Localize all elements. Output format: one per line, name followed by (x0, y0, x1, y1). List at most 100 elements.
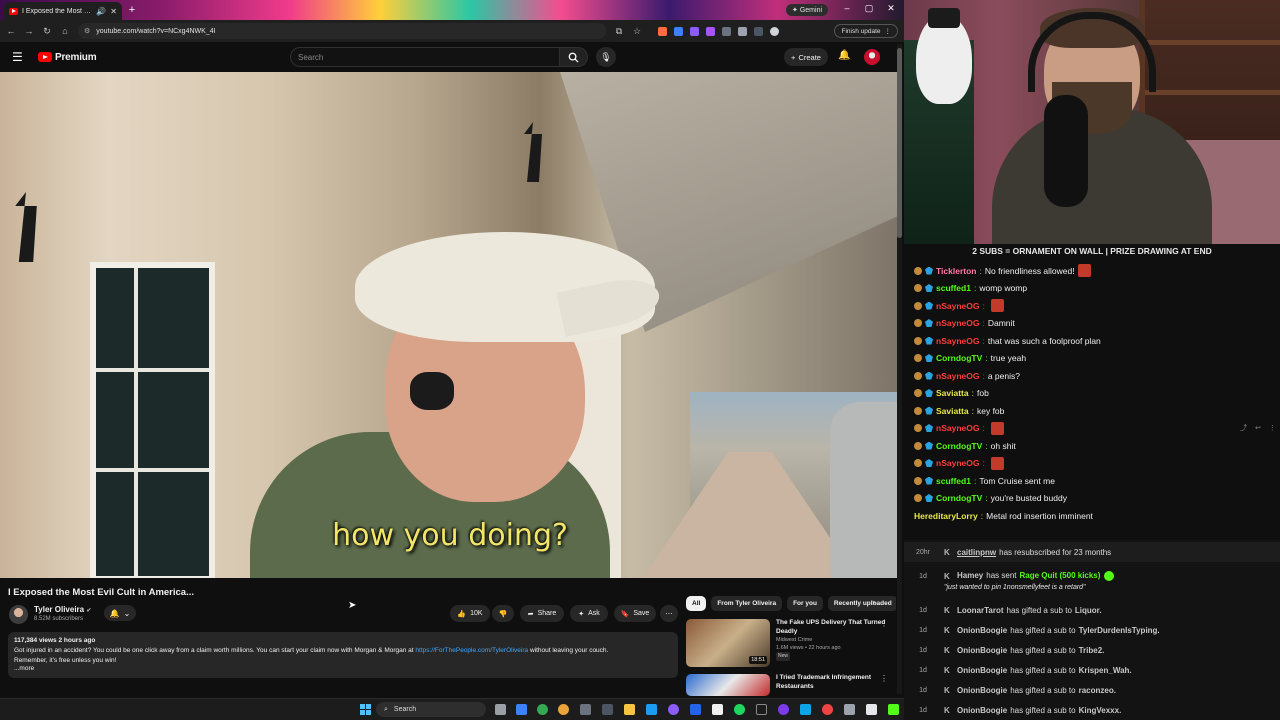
voice-search-button[interactable]: 🎙 (596, 47, 616, 67)
event-username[interactable]: OnionBoogie (957, 626, 1007, 635)
app-icon[interactable] (602, 704, 613, 715)
page-scrollbar[interactable] (897, 44, 902, 694)
description-link[interactable]: https://ForThePeople.com/TylerOliveira (415, 647, 528, 654)
window-close-icon[interactable]: ✕ (884, 3, 898, 14)
app-icon[interactable] (712, 704, 723, 715)
kick-icon[interactable] (888, 704, 899, 715)
chat-username[interactable]: scuffed1 (936, 476, 971, 486)
event-username[interactable]: OnionBoogie (957, 706, 1007, 715)
chat-username[interactable]: CorndogTV (936, 493, 982, 503)
home-icon[interactable]: ⌂ (60, 26, 70, 36)
edge-icon[interactable] (516, 704, 527, 715)
browser-tab-active[interactable]: I Exposed the Most Evil Cult 🔊 ✕ (4, 2, 122, 20)
forward-icon[interactable]: → (24, 26, 34, 36)
app-icon[interactable] (822, 704, 833, 715)
event-username[interactable]: Hamey (957, 571, 983, 580)
extension-icon[interactable] (674, 26, 683, 36)
chip-from-channel[interactable]: From Tyler Oliveira (711, 596, 783, 611)
extension-icon[interactable] (706, 26, 715, 36)
event-username[interactable]: OnionBoogie (957, 666, 1007, 675)
create-button[interactable]: + Create (784, 48, 828, 66)
app-icon[interactable] (668, 704, 679, 715)
event-username[interactable]: caitlinpnw (957, 548, 996, 557)
video-player[interactable]: how you doing? (0, 72, 900, 578)
search-button[interactable] (560, 47, 588, 67)
youtube-logo[interactable]: Premium (38, 52, 97, 63)
chat-username[interactable]: CorndogTV (936, 441, 982, 451)
app-icon[interactable] (690, 704, 701, 715)
chevron-right-icon[interactable]: › (872, 597, 875, 607)
site-info-icon[interactable]: ⚙ (84, 27, 90, 35)
chat-username[interactable]: CorndogTV (936, 353, 982, 363)
chat-username[interactable]: Ticklerton (936, 266, 976, 276)
speaker-icon[interactable]: 🔊 (96, 7, 106, 16)
dislike-button[interactable]: 👎 (492, 605, 514, 622)
chat-username[interactable]: Saviatta (936, 388, 969, 398)
spotify-icon[interactable] (734, 704, 745, 715)
app-icon[interactable] (844, 704, 855, 715)
new-tab-button[interactable]: + (126, 4, 138, 16)
tab-close-icon[interactable]: ✕ (110, 7, 117, 16)
channel-avatar[interactable] (9, 605, 28, 624)
app-icon[interactable] (580, 704, 591, 715)
app-icon[interactable] (756, 704, 767, 715)
recommendation-title[interactable]: I Tried Trademark Infringement Restauran… (776, 674, 896, 691)
event-username[interactable]: LoonarTarot (957, 606, 1004, 615)
extension-icon[interactable] (722, 26, 731, 36)
event-username[interactable]: OnionBoogie (957, 646, 1007, 655)
reload-icon[interactable]: ↻ (42, 26, 52, 37)
app-icon[interactable] (866, 704, 877, 715)
taskbar-search[interactable]: ⌕ Search (376, 702, 486, 717)
install-icon[interactable]: ⧉ (614, 26, 624, 37)
channel-name-row[interactable]: Tyler Oliveira ✔ (34, 605, 91, 614)
chat-username[interactable]: HereditaryLorry (914, 511, 978, 521)
save-button[interactable]: 🔖 Save (614, 605, 656, 622)
chrome-icon[interactable] (537, 704, 548, 715)
profile-icon[interactable] (770, 26, 779, 36)
chat-username[interactable]: nSayneOG (936, 301, 979, 311)
recommendation-item[interactable]: I Tried Trademark Infringement Restauran… (686, 674, 896, 696)
description-box[interactable]: 117,384 views 2 hours ago Got injured in… (8, 632, 678, 678)
recommendation-thumbnail[interactable] (686, 674, 770, 696)
chip-all[interactable]: All (686, 596, 707, 611)
more-actions-button[interactable]: ⋯ (660, 605, 678, 622)
share-button[interactable]: ➦ Share (520, 605, 564, 622)
ask-button[interactable]: ✦ Ask (570, 605, 608, 622)
kebab-menu-icon[interactable]: ⋮ (880, 619, 888, 628)
recommendation-title[interactable]: The Fake UPS Delivery That Turned Deadly (776, 619, 896, 636)
recommendation-item[interactable]: 18:51 The Fake UPS Delivery That Turned … (686, 619, 896, 669)
hamburger-menu-icon[interactable]: ☰ (12, 50, 24, 64)
app-icon[interactable] (558, 704, 569, 715)
message-actions-icon[interactable]: ⤴ ↩ ⋮ (1240, 423, 1279, 433)
task-view-icon[interactable] (495, 704, 506, 715)
extension-icon[interactable] (690, 26, 699, 36)
chip-for-you[interactable]: For you (787, 596, 823, 611)
extensions-puzzle-icon[interactable] (738, 26, 747, 36)
back-icon[interactable]: ← (6, 26, 16, 36)
account-avatar[interactable] (864, 49, 880, 65)
chat-username[interactable]: nSayneOG (936, 336, 979, 346)
kebab-menu-icon[interactable]: ⋮ (880, 674, 888, 683)
notifications-bell-icon[interactable]: 🔔 (838, 50, 850, 61)
chat-username[interactable]: nSayneOG (936, 423, 979, 433)
finish-update-button[interactable]: Finish update ⋮ (834, 24, 898, 38)
windows-start-icon[interactable] (360, 704, 371, 715)
app-icon[interactable] (778, 704, 789, 715)
chip-recently-uploaded[interactable]: Recently uploaded (827, 596, 896, 611)
chat-username[interactable]: nSayneOG (936, 458, 979, 468)
file-explorer-icon[interactable] (624, 704, 635, 715)
url-field[interactable]: ⚙ youtube.com/watch?v=NCxg4NWK_4I (78, 23, 606, 39)
extension-icon[interactable] (658, 26, 667, 36)
chat-username[interactable]: nSayneOG (936, 318, 979, 328)
event-username[interactable]: OnionBoogie (957, 686, 1007, 695)
like-button[interactable]: 👍 10K (450, 605, 490, 622)
sidebar-icon[interactable] (754, 26, 763, 36)
chat-username[interactable]: nSayneOG (936, 371, 979, 381)
chat-username[interactable]: Saviatta (936, 406, 969, 416)
minimize-icon[interactable]: – (840, 3, 854, 13)
scrollbar-thumb[interactable] (897, 48, 902, 238)
app-icon[interactable] (800, 704, 811, 715)
maximize-icon[interactable]: ▢ (862, 3, 876, 14)
recommendation-thumbnail[interactable]: 18:51 (686, 619, 770, 667)
gemini-button[interactable]: ✦ Gemini (786, 4, 828, 16)
